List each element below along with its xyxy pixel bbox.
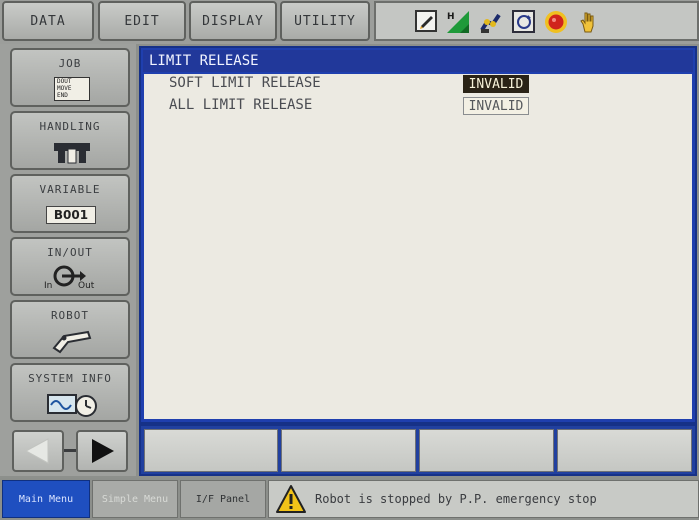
- tab-utility[interactable]: UTILITY: [280, 1, 370, 41]
- function-key-strip: [139, 424, 697, 476]
- function-key-2[interactable]: [281, 429, 416, 472]
- arrow-right-icon: [92, 439, 114, 463]
- tab-edit[interactable]: EDIT: [98, 1, 186, 41]
- function-key-1[interactable]: [144, 429, 278, 472]
- tab-data[interactable]: DATA: [2, 1, 94, 41]
- gripper-icon: [54, 143, 90, 164]
- teach-hand-icon[interactable]: [576, 10, 600, 34]
- cycle-icon[interactable]: [512, 10, 536, 34]
- limit-release-window: LIMIT RELEASE SOFT LIMIT RELEASE INVALID…: [139, 46, 697, 424]
- job-icon-line: END: [57, 92, 68, 99]
- simple-menu-button[interactable]: Simple Menu: [92, 480, 178, 518]
- edit-mode-icon[interactable]: [415, 10, 439, 34]
- page-back-button[interactable]: [12, 430, 64, 472]
- sidebar-label-inout: IN/OUT: [47, 246, 93, 259]
- sidebar-label-job: JOB: [58, 57, 82, 70]
- sidebar-button-system-info[interactable]: SYSTEM INFO: [10, 363, 130, 422]
- sidebar-label-handling: HANDLING: [39, 120, 101, 133]
- message-area[interactable]: Robot is stopped by P.P. emergency stop: [268, 480, 699, 518]
- variable-icon: B001: [46, 206, 96, 224]
- arrow-left-icon: [24, 438, 49, 464]
- all-limit-release-value[interactable]: INVALID: [463, 97, 529, 115]
- sidebar-button-handling[interactable]: HANDLING: [10, 111, 130, 170]
- function-key-4[interactable]: [557, 429, 692, 472]
- sidebar-label-system-info: SYSTEM INFO: [28, 372, 112, 385]
- in-label: In: [44, 281, 53, 291]
- job-icon-line: DOUT: [57, 78, 72, 85]
- robot-arm-icon[interactable]: [479, 10, 503, 34]
- job-icon-line: MOVE: [57, 85, 72, 92]
- emergency-stop-icon[interactable]: [544, 10, 568, 34]
- window-title: LIMIT RELEASE: [143, 50, 693, 72]
- soft-limit-release-value[interactable]: INVALID: [463, 75, 529, 93]
- sidebar-label-robot: ROBOT: [50, 309, 90, 322]
- content-area: SOFT LIMIT RELEASE INVALID ALL LIMIT REL…: [144, 74, 692, 419]
- arrow-link: [64, 449, 76, 452]
- function-key-3[interactable]: [419, 429, 554, 472]
- page-forward-button[interactable]: [76, 430, 128, 472]
- sidebar-button-job[interactable]: JOB DOUT MOVE END: [10, 48, 130, 107]
- bottom-status-bar: Main Menu Simple Menu I/F Panel Robot is…: [0, 478, 699, 520]
- sidebar-button-robot[interactable]: ROBOT: [10, 300, 130, 359]
- sidebar-button-inout[interactable]: IN/OUT In Out: [10, 237, 130, 296]
- left-sidebar: JOB DOUT MOVE END HANDLING VARIABLE B001…: [0, 44, 136, 476]
- sidebar-label-variable: VARIABLE: [39, 183, 101, 196]
- if-panel-button[interactable]: I/F Panel: [180, 480, 266, 518]
- all-limit-release-label: ALL LIMIT RELEASE: [169, 97, 313, 113]
- job-icon: DOUT MOVE END: [54, 77, 90, 101]
- system-info-icon: [47, 394, 97, 417]
- sidebar-button-variable[interactable]: VARIABLE B001: [10, 174, 130, 233]
- svg-text:H: H: [447, 12, 455, 22]
- status-message: Robot is stopped by P.P. emergency stop: [315, 492, 597, 506]
- status-tray: H: [374, 1, 699, 41]
- main-menu-button[interactable]: Main Menu: [2, 480, 90, 518]
- signal-level-icon[interactable]: H: [446, 10, 470, 34]
- tab-display[interactable]: DISPLAY: [189, 1, 277, 41]
- warning-icon: [276, 485, 306, 513]
- top-menu-bar: DATA EDIT DISPLAY UTILITY H: [0, 0, 699, 44]
- page-navigation: [10, 430, 130, 472]
- robot-icon: [52, 330, 92, 354]
- soft-limit-release-label: SOFT LIMIT RELEASE: [169, 75, 321, 91]
- out-label: Out: [78, 281, 95, 291]
